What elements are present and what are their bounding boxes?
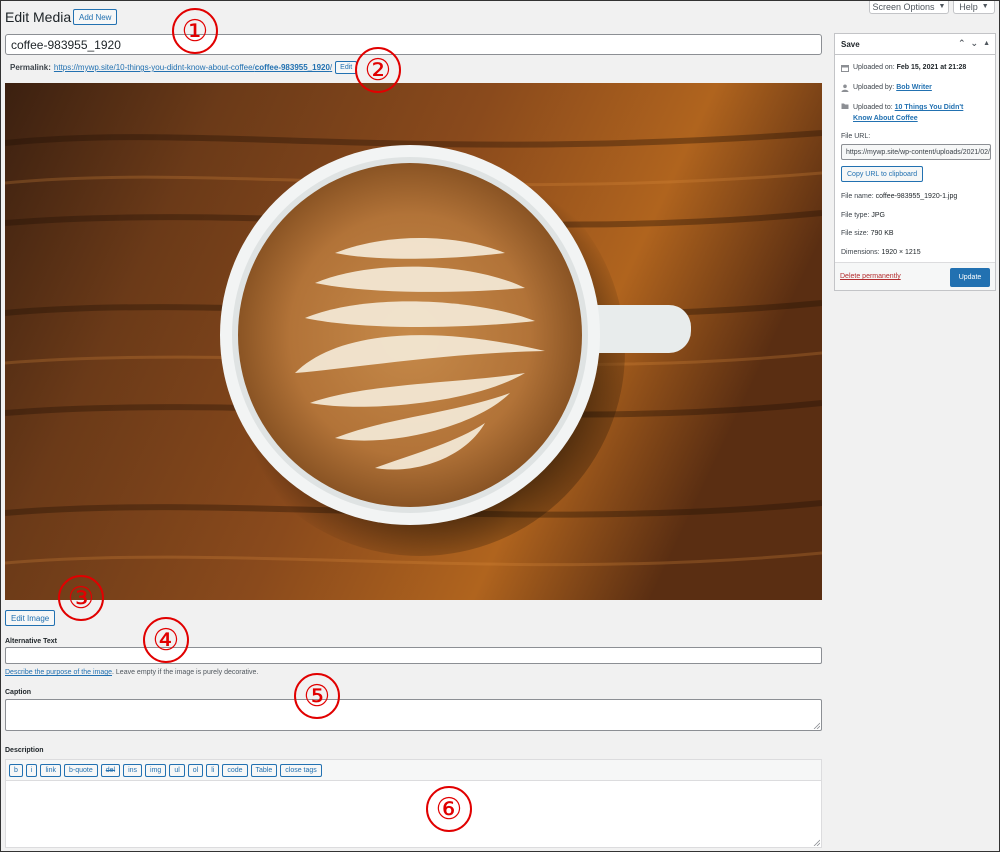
media-image-preview bbox=[5, 83, 822, 600]
alt-text-help: Describe the purpose of the image. Leave… bbox=[5, 669, 258, 676]
file-type-value: JPG bbox=[871, 212, 885, 219]
file-url-label: File URL: bbox=[841, 133, 871, 140]
qt-ol-button[interactable]: ol bbox=[187, 763, 204, 777]
screen-options-label: Screen Options bbox=[872, 1, 935, 12]
callout-4: ④ bbox=[143, 617, 189, 663]
description-textarea[interactable] bbox=[5, 780, 822, 848]
caret-down-icon: ▼ bbox=[981, 3, 989, 10]
help-label: Help bbox=[959, 1, 978, 12]
alt-text-help-link[interactable]: Describe the purpose of the image bbox=[5, 669, 112, 676]
chevron-up-icon[interactable]: ⌃ bbox=[958, 38, 966, 49]
qt-ins-button[interactable]: ins bbox=[123, 763, 143, 777]
callout-6: ⑥ bbox=[426, 786, 472, 832]
media-title-input[interactable]: coffee-983955_1920 bbox=[5, 34, 822, 55]
file-type-label: File type: bbox=[841, 212, 870, 219]
caption-label: Caption bbox=[5, 689, 32, 696]
qt-li-button[interactable]: li bbox=[206, 763, 220, 777]
screen-options-tab[interactable]: Screen Options ▼ bbox=[869, 0, 949, 14]
permalink-base: https://mywp.site/10-things-you-didnt-kn… bbox=[53, 63, 255, 72]
file-size-row: File size: 790 KB bbox=[841, 230, 894, 237]
qt-italic-button[interactable]: i bbox=[25, 763, 38, 777]
file-name-label: File name: bbox=[841, 193, 874, 200]
permalink-trail: / bbox=[329, 63, 333, 72]
qt-blockquote-button[interactable]: b-quote bbox=[63, 763, 98, 777]
collapse-toggle-icon[interactable]: ▲ bbox=[983, 40, 990, 47]
chevron-down-icon[interactable]: ⌄ bbox=[971, 38, 979, 49]
coffee-cup-image bbox=[5, 83, 822, 600]
uploaded-by-label: Uploaded by: bbox=[853, 84, 895, 91]
alt-text-input[interactable] bbox=[5, 647, 822, 664]
update-button[interactable]: Update bbox=[950, 268, 990, 287]
uploaded-to-link-line1[interactable]: 10 Things You Didn't bbox=[895, 104, 964, 111]
caption-textarea[interactable] bbox=[5, 699, 822, 731]
save-metabox-footer: Delete permanently Update bbox=[835, 262, 995, 290]
qt-ul-button[interactable]: ul bbox=[169, 763, 185, 777]
callout-5: ⑤ bbox=[294, 673, 340, 719]
permalink-row: Permalink: https://mywp.site/10-things-y… bbox=[10, 61, 358, 74]
permalink-label: Permalink: bbox=[10, 63, 51, 72]
qt-img-button[interactable]: img bbox=[145, 763, 167, 777]
qt-link-button[interactable]: link bbox=[40, 763, 61, 777]
alt-text-label: Alternative Text bbox=[5, 638, 57, 645]
qt-table-button[interactable]: Table bbox=[250, 763, 278, 777]
alt-text-help-note: . Leave empty if the image is purely dec… bbox=[112, 669, 259, 676]
uploaded-to-link-line2[interactable]: Know About Coffee bbox=[853, 115, 918, 122]
qt-bold-button[interactable]: b bbox=[9, 763, 23, 777]
qt-code-button[interactable]: code bbox=[222, 763, 248, 777]
copy-url-button[interactable]: Copy URL to clipboard bbox=[841, 166, 924, 182]
qt-del-button[interactable]: del bbox=[100, 763, 121, 777]
uploaded-to-label: Uploaded to: bbox=[853, 104, 893, 111]
resize-grip-icon[interactable] bbox=[813, 839, 820, 846]
delete-permanently-link[interactable]: Delete permanently bbox=[840, 273, 901, 280]
dimensions-value: 1920 × 1215 bbox=[881, 249, 921, 256]
uploaded-to-row: Uploaded to: 10 Things You Didn't Know Ab… bbox=[841, 102, 963, 124]
save-metabox-header[interactable]: Save ⌃ ⌄ ▲ bbox=[835, 34, 995, 55]
uploaded-on-value: Feb 15, 2021 at 21:28 bbox=[896, 64, 967, 71]
add-new-button[interactable]: Add New bbox=[73, 9, 118, 25]
uploaded-by-link[interactable]: Bob Writer bbox=[896, 84, 932, 91]
caret-down-icon: ▼ bbox=[938, 3, 946, 10]
uploaded-by-row: Uploaded by: Bob Writer bbox=[841, 84, 932, 92]
file-name-row: File name: coffee-983955_1920-1.jpg bbox=[841, 193, 957, 200]
help-tab[interactable]: Help ▼ bbox=[953, 0, 995, 14]
page-title: Edit Media bbox=[5, 9, 72, 25]
resize-grip-icon[interactable] bbox=[813, 722, 820, 729]
quicktags-toolbar: b i link b-quote del ins img ul ol li co… bbox=[5, 759, 822, 780]
file-size-label: File size: bbox=[841, 230, 869, 237]
callout-1: ① bbox=[172, 8, 218, 54]
edit-image-button[interactable]: Edit Image bbox=[5, 610, 56, 626]
permalink-slug: coffee-983955_1920 bbox=[254, 63, 330, 72]
dimensions-row: Dimensions: 1920 × 1215 bbox=[841, 249, 921, 256]
file-size-value: 790 KB bbox=[870, 230, 894, 237]
save-metabox-title: Save bbox=[841, 39, 860, 49]
file-name-value: coffee-983955_1920-1.jpg bbox=[875, 193, 958, 200]
qt-close-tags-button[interactable]: close tags bbox=[280, 763, 322, 777]
permalink-link[interactable]: https://mywp.site/10-things-you-didnt-kn… bbox=[54, 63, 332, 72]
permalink-edit-button[interactable]: Edit bbox=[335, 61, 358, 74]
folder-icon bbox=[841, 103, 849, 109]
file-url-input[interactable]: https://mywp.site/wp-content/uploads/202… bbox=[841, 144, 991, 160]
save-metabox: Save ⌃ ⌄ ▲ Uploaded on: Feb 15, 2021 at … bbox=[834, 33, 996, 291]
callout-3: ③ bbox=[58, 575, 104, 621]
description-label: Description bbox=[5, 747, 44, 754]
user-icon bbox=[841, 84, 849, 92]
uploaded-on-row: Uploaded on: Feb 15, 2021 at 21:28 bbox=[841, 64, 966, 72]
file-type-row: File type: JPG bbox=[841, 212, 885, 219]
calendar-icon bbox=[841, 65, 849, 72]
uploaded-on-label: Uploaded on: bbox=[853, 64, 895, 71]
callout-2: ② bbox=[355, 47, 401, 93]
dimensions-label: Dimensions: bbox=[841, 249, 880, 256]
